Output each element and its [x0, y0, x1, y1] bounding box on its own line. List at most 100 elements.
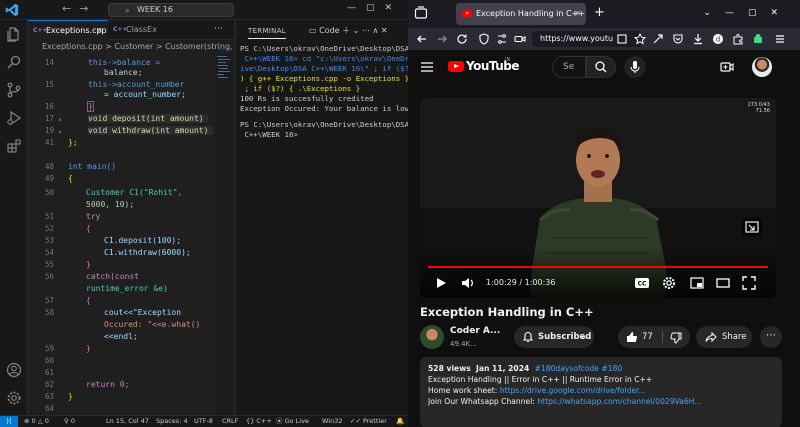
code-editor[interactable]: 14 15 16 17 19 41 48 49 50 51 52 53 54 5… [28, 54, 234, 415]
close-icon[interactable]: ✕ [96, 21, 103, 41]
account-icon[interactable] [6, 362, 22, 378]
line-number: 49 [44, 174, 54, 183]
create-video-icon[interactable] [720, 61, 734, 73]
search-panel-icon[interactable] [6, 54, 22, 70]
browser-tab-youtube[interactable]: Exception Handling in C++ - Yo ✕ [456, 3, 586, 25]
miniplayer-icon[interactable] [690, 276, 704, 290]
code-line: balance; [104, 68, 143, 77]
terminal-shell-select[interactable]: ▭ Code ＋ ⌄ ⋯ ∧ ✕ [309, 25, 388, 36]
video-player[interactable]: 273 0/43 71.56 1:00:29 / 1:00:36 CC [420, 98, 776, 298]
extension-icon[interactable]: d [712, 33, 724, 45]
forward-icon[interactable] [436, 33, 448, 45]
fold-chevron-icon[interactable]: › [58, 116, 62, 124]
problems-status[interactable]: ⊗ 0 △ 0 [24, 416, 49, 427]
more-actions-icon[interactable]: ⋯ [214, 24, 223, 34]
youtube-logo-text[interactable]: YouTube [466, 59, 520, 73]
download-icon[interactable] [692, 33, 704, 45]
new-tab-button[interactable]: + [594, 6, 605, 20]
window-controls[interactable]: —▢✕ [347, 3, 402, 13]
extensions-icon[interactable] [6, 138, 22, 154]
command-center-search[interactable]: ⌕ WEEK 16 [108, 3, 234, 17]
line-number: 53 [44, 236, 54, 245]
notifications-icon[interactable]: 🔔 [396, 416, 404, 427]
terminal-line: ive\Desktop\DSA C++\WEEK 16\" ; if ($? [240, 64, 408, 73]
youtube-search-button[interactable] [586, 56, 616, 78]
indentation[interactable]: Spaces: 4 [156, 416, 188, 427]
menu-icon[interactable] [774, 33, 786, 45]
encoding[interactable]: UTF-8 [194, 416, 213, 427]
go-live[interactable]: ⦿ Go Live [276, 416, 309, 427]
terminal-line: Exception Occured: Your balance is low [240, 104, 408, 113]
puzzle-extensions-icon[interactable] [732, 33, 744, 45]
hamburger-menu-icon[interactable] [421, 62, 433, 72]
run-debug-icon[interactable] [6, 110, 22, 126]
progress-bar[interactable] [428, 266, 768, 268]
vscode-window: ←→ ⌕ WEEK 16 —▢✕ C++ Exceptions.cpp ✕ C+ [0, 0, 408, 427]
fold-chevron-icon[interactable]: › [58, 128, 62, 136]
tab-exceptions-cpp[interactable]: C++ Exceptions.cpp ✕ [28, 20, 108, 40]
code-line: int main() [68, 162, 117, 171]
tab-terminal[interactable]: TERMINAL [248, 27, 286, 39]
subscribed-button[interactable]: Subscribed ⌄ [514, 326, 594, 348]
expand-icon[interactable] [652, 33, 664, 45]
user-avatar[interactable] [752, 57, 772, 77]
description-meta: 528 views Jan 11, 2024 #180daysofcode #1… [428, 363, 774, 374]
terminal-panel[interactable]: TERMINAL ▭ Code ＋ ⌄ ⋯ ∧ ✕ PS C:\Users\ok… [235, 20, 408, 415]
eol[interactable]: CRLF [222, 416, 238, 427]
android-extension-icon[interactable] [752, 33, 764, 45]
whatsapp-link[interactable]: https://whatsapp.com/channel/0029Va6H... [537, 397, 701, 406]
prettier[interactable]: ✓✓ Prettier [350, 416, 387, 427]
play-icon[interactable] [434, 276, 448, 290]
close-icon[interactable]: ✕ [574, 3, 581, 25]
back-icon[interactable] [416, 33, 428, 45]
ports-status[interactable]: ⚲ 0 [64, 416, 75, 427]
youtube-logo-icon[interactable] [448, 61, 464, 72]
captions-icon[interactable]: CC [634, 276, 650, 290]
shield-icon[interactable] [478, 33, 490, 45]
channel-avatar[interactable] [420, 325, 444, 349]
remote-icon[interactable]: ⟩⟨ [0, 416, 18, 427]
breadcrumb[interactable]: Exceptions.cpp > Customer > Customer(str… [28, 40, 234, 54]
share-button[interactable]: Share [696, 326, 752, 348]
pocket-icon[interactable] [672, 33, 684, 45]
site-info-icon[interactable] [496, 33, 508, 45]
bookmark-star-icon[interactable] [634, 33, 646, 45]
tab-list-icon[interactable] [414, 5, 428, 21]
platform[interactable]: Win32 [322, 416, 342, 427]
dislike-icon[interactable] [670, 332, 682, 344]
window-controls[interactable]: ⌄—▢✕ [703, 8, 792, 18]
youtube-search-input[interactable]: Se [552, 56, 586, 78]
search-icon [595, 61, 607, 73]
code-line: = account_number; [104, 90, 186, 99]
nav-arrows-icon[interactable]: ←→ [62, 2, 96, 15]
volume-icon[interactable] [460, 276, 474, 290]
minimap[interactable] [216, 54, 232, 415]
like-dislike-group: 77 [618, 326, 690, 348]
voice-search-button[interactable] [624, 56, 646, 78]
video-description[interactable]: 528 views Jan 11, 2024 #180daysofcode #1… [420, 357, 782, 427]
language-label: C++ [256, 417, 272, 425]
reader-view-icon[interactable] [616, 33, 628, 45]
miniplayer-hint-button[interactable] [742, 218, 762, 236]
camera-permission-icon[interactable] [514, 33, 526, 45]
settings-gear-icon[interactable] [662, 276, 676, 290]
hashtags[interactable]: #180daysofcode #180 [535, 364, 623, 373]
language-mode[interactable]: {} C++ [246, 416, 272, 427]
explorer-icon[interactable] [6, 26, 22, 42]
reload-icon[interactable] [456, 33, 468, 45]
theater-mode-icon[interactable] [716, 276, 730, 290]
screen: ←→ ⌕ WEEK 16 —▢✕ C++ Exceptions.cpp ✕ C+ [0, 0, 800, 427]
line-number: 50 [44, 188, 54, 197]
cursor-position[interactable]: Ln 15, Col 47 [106, 416, 149, 427]
tab-classex[interactable]: C++ ClassEx [108, 20, 178, 40]
like-icon[interactable] [626, 331, 638, 343]
gear-icon[interactable] [6, 390, 22, 406]
source-control-icon[interactable] [6, 82, 22, 98]
homework-link[interactable]: https://drive.google.com/drive/folder... [500, 386, 646, 395]
more-actions-button[interactable]: ⋯ [760, 326, 782, 348]
fullscreen-icon[interactable] [742, 276, 756, 290]
channel-name[interactable]: Coder A... [450, 326, 500, 336]
line-number: 60 [44, 356, 54, 365]
code-line: } [86, 260, 91, 269]
progress-fill [428, 266, 768, 268]
